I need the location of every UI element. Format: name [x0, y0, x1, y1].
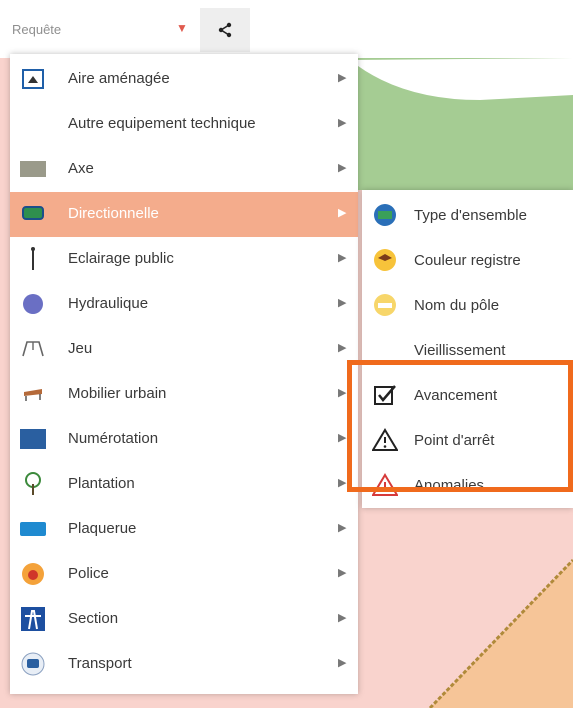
chevron-right-icon: ▶: [338, 252, 347, 264]
menu-item-mobilier-urbain[interactable]: Mobilier urbain ▶: [10, 372, 358, 417]
chevron-right-icon: ▶: [338, 432, 347, 444]
submenu-item-label: Couleur registre: [414, 252, 521, 269]
menu-item-aire-amenagee[interactable]: Aire aménagée ▶: [10, 57, 358, 102]
street-plate-icon: [20, 516, 46, 542]
menu-item-label: Section: [68, 610, 119, 627]
caret-down-icon[interactable]: ▼: [176, 21, 188, 35]
area-icon: [20, 66, 46, 92]
menu-item-label: Transport: [68, 655, 132, 672]
menu-item-hydraulique[interactable]: Hydraulique ▶: [10, 282, 358, 327]
water-icon: [20, 291, 46, 317]
pole-name-icon: [372, 292, 398, 318]
menu-item-eclairage-public[interactable]: Eclairage public ▶: [10, 237, 358, 282]
checkbox-checked-icon: [372, 382, 398, 408]
submenu-item-couleur-registre[interactable]: Couleur registre: [362, 238, 573, 283]
share-button[interactable]: [200, 8, 250, 52]
menu-item-label: Axe: [68, 160, 94, 177]
chevron-right-icon: ▶: [338, 72, 347, 84]
menu-item-directionnelle[interactable]: Directionnelle ▶: [10, 192, 358, 237]
bus-icon: [20, 651, 46, 677]
submenu-item-label: Anomalies: [414, 477, 485, 494]
layer-menu: Aire aménagée ▶ Autre equipement techniq…: [10, 54, 358, 694]
axis-icon: [20, 156, 46, 182]
top-toolbar: Requête ▼: [0, 0, 573, 58]
menu-item-transport[interactable]: Transport ▶: [10, 642, 358, 687]
alert-red-icon: [372, 472, 398, 498]
sign-icon: [20, 201, 46, 227]
menu-item-plantation[interactable]: Plantation ▶: [10, 462, 358, 507]
chevron-right-icon: ▶: [338, 387, 347, 399]
menu-item-label: Plantation: [68, 475, 135, 492]
menu-item-label: Police: [68, 565, 109, 582]
menu-item-label: Plaquerue: [68, 520, 137, 537]
chevron-right-icon: ▶: [338, 297, 347, 309]
directionnelle-submenu: Type d'ensemble Couleur registre Nom du …: [362, 190, 573, 508]
menu-item-label: Autre equipement technique: [68, 115, 256, 132]
chevron-right-icon: ▶: [338, 522, 347, 534]
submenu-item-point-arret[interactable]: Point d'arrêt: [362, 418, 573, 463]
submenu-item-type-ensemble[interactable]: Type d'ensemble: [362, 193, 573, 238]
menu-item-label: Hydraulique: [68, 295, 149, 312]
tree-icon: [20, 471, 46, 497]
submenu-item-label: Avancement: [414, 387, 498, 404]
chevron-right-icon: ▶: [338, 342, 347, 354]
police-icon: [20, 561, 46, 587]
share-icon: [218, 22, 232, 38]
menu-item-section[interactable]: Section ▶: [10, 597, 358, 642]
menu-item-label: Jeu: [68, 340, 93, 357]
submenu-item-label: Nom du pôle: [414, 297, 500, 314]
playground-icon: [20, 336, 46, 362]
layer-select[interactable]: Requête: [12, 22, 61, 37]
chevron-right-icon: ▶: [338, 162, 347, 174]
menu-item-label: Eclairage public: [68, 250, 174, 267]
menu-item-label: Mobilier urbain: [68, 385, 167, 402]
submenu-item-avancement[interactable]: Avancement: [362, 373, 573, 418]
menu-item-axe[interactable]: Axe ▶: [10, 147, 358, 192]
menu-item-label: Directionnelle: [68, 205, 159, 222]
road-section-icon: [20, 606, 46, 632]
menu-item-label: Aire aménagée: [68, 70, 170, 87]
street-light-icon: [20, 246, 46, 272]
menu-item-autre-equipement[interactable]: Autre equipement technique ▶: [10, 102, 358, 147]
menu-item-jeu[interactable]: Jeu ▶: [10, 327, 358, 372]
chevron-right-icon: ▶: [338, 567, 347, 579]
submenu-item-label: Type d'ensemble: [414, 207, 527, 224]
chevron-right-icon: ▶: [338, 612, 347, 624]
submenu-item-nom-pole[interactable]: Nom du pôle: [362, 283, 573, 328]
submenu-item-label: Vieillissement: [414, 342, 506, 359]
chevron-right-icon: ▶: [338, 477, 347, 489]
color-register-icon: [372, 247, 398, 273]
submenu-item-label: Point d'arrêt: [414, 432, 495, 449]
menu-item-numerotation[interactable]: Numérotation ▶: [10, 417, 358, 462]
numbering-icon: [20, 426, 46, 452]
submenu-item-vieillissement[interactable]: Vieillissement: [362, 328, 573, 373]
menu-item-plaquerue[interactable]: Plaquerue ▶: [10, 507, 358, 552]
chevron-right-icon: ▶: [338, 117, 347, 129]
chevron-right-icon: ▶: [338, 657, 347, 669]
menu-item-police[interactable]: Police ▶: [10, 552, 358, 597]
sign-type-icon: [372, 202, 398, 228]
submenu-item-anomalies[interactable]: Anomalies: [362, 463, 573, 508]
warning-icon: [372, 427, 398, 453]
bench-icon: [20, 381, 46, 407]
menu-item-label: Numérotation: [68, 430, 159, 447]
chevron-right-icon: ▶: [338, 207, 347, 219]
